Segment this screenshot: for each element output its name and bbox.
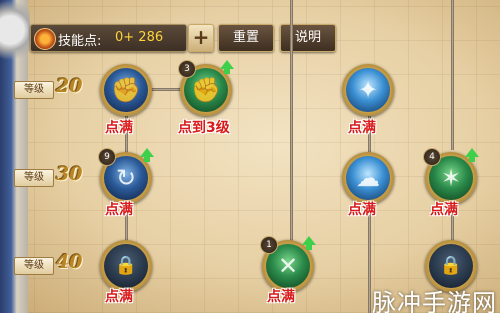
skill-status: 点满: [105, 202, 133, 218]
skill-status: 点满: [348, 202, 376, 218]
upgrade-arrow-icon: [220, 60, 234, 74]
skill-icon-frame: ✊: [104, 68, 148, 112]
level-number: 20: [56, 75, 83, 97]
lock-icon: 🔒: [439, 255, 463, 276]
skill-status: 点满: [105, 289, 133, 305]
skill-points-panel: 技能点: 0+ 286: [30, 24, 187, 52]
level-number: 30: [56, 163, 83, 185]
level-number: 40: [56, 251, 83, 273]
lock-icon: 🔒: [114, 255, 138, 276]
reset-button[interactable]: 重置: [218, 24, 274, 52]
upgrade-arrow-icon: [302, 236, 316, 250]
skill-points-value: 0+ 286: [115, 30, 164, 45]
aura-figure-icon: ✦: [357, 76, 379, 104]
skill-node-aura-figure[interactable]: ✦: [342, 64, 394, 116]
upgrade-arrow-icon: [140, 148, 154, 162]
tree-connector: [451, 0, 454, 150]
level-30-marker: 等级 30: [14, 163, 94, 188]
skill-status: 点满: [267, 289, 295, 305]
upgrade-arrow-icon: [465, 148, 479, 162]
skill-status: 点满: [105, 120, 133, 136]
skill-node-locked[interactable]: 🔒: [100, 240, 152, 292]
skill-icon-frame: 🔒: [104, 244, 148, 288]
level-label: 等级: [14, 81, 54, 99]
skill-icon-frame: ✦: [346, 68, 390, 112]
skill-icon-frame: 🔒: [429, 244, 473, 288]
skill-points-label: 技能点:: [58, 34, 102, 49]
skill-level-badge: 3: [178, 60, 196, 78]
skill-status: 点满: [348, 120, 376, 136]
description-button[interactable]: 说明: [280, 24, 336, 52]
skill-level-badge: 9: [98, 148, 116, 166]
watermark: 脉冲手游网: [372, 289, 497, 313]
skill-level-badge: 1: [260, 236, 278, 254]
tree-connector: [290, 0, 293, 245]
skill-status: 点满: [430, 202, 458, 218]
skill-node-cloud-burst[interactable]: ☁: [342, 152, 394, 204]
skill-node-raised-fist[interactable]: ✊ 3: [178, 60, 234, 116]
skill-status: 点到3级: [178, 120, 230, 136]
skill-node-fist-punch[interactable]: ✊: [100, 64, 152, 116]
skill-points-icon: [34, 28, 56, 50]
level-label: 等级: [14, 257, 54, 275]
skill-node-glowing-figure[interactable]: ✶ 4: [423, 148, 479, 204]
add-points-button[interactable]: +: [188, 24, 214, 52]
fist-punch-icon: ✊: [111, 76, 141, 104]
skill-icon-frame: ☁: [346, 156, 390, 200]
skill-tree-screen: 技能点: 0+ 286 + 重置 说明 等级 20 等级 30 等级 40 ✊ …: [0, 0, 500, 313]
skill-node-crossed-arms[interactable]: ✕ 1: [260, 236, 316, 292]
level-20-marker: 等级 20: [14, 75, 94, 100]
cloud-burst-icon: ☁: [356, 164, 380, 192]
level-40-marker: 等级 40: [14, 251, 94, 276]
character-hair: [0, 0, 30, 70]
skill-level-badge: 4: [423, 148, 441, 166]
level-label: 等级: [14, 169, 54, 187]
skill-node-spin-kick[interactable]: ↻ 9: [98, 148, 154, 204]
